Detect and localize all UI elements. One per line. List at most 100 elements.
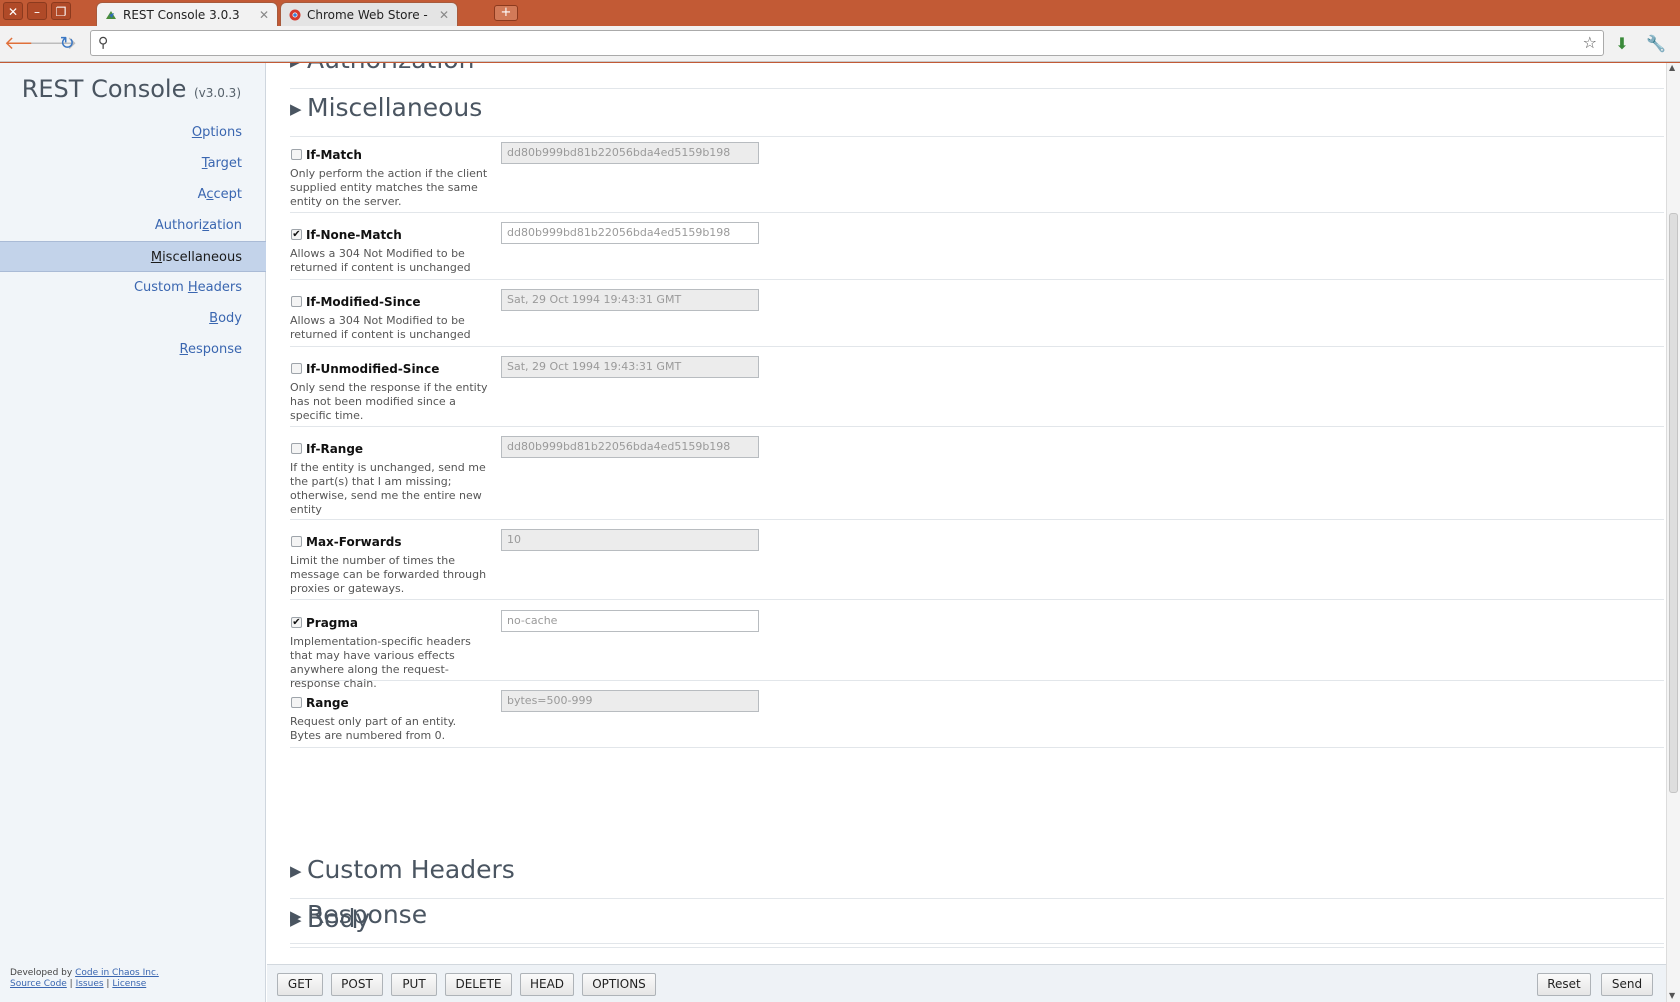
window-titlebar: ✕ – ❐ REST Console 3.0.3 ✕ Chrome Web St… [0,0,1680,46]
issues-link[interactable]: Issues [76,979,104,989]
header-checkbox[interactable] [291,363,302,374]
header-checkbox[interactable] [291,149,302,160]
header-description: Allows a 304 Not Modified to be returned… [290,314,471,341]
scroll-up-arrow-icon[interactable]: ▲ [1669,63,1675,72]
header-row-if-modified-since: If-Modified-Since Allows a 304 Not Modifi… [290,289,1664,347]
header-description: Request only part of an entity. Bytes ar… [290,715,457,742]
sidebar-item-accept[interactable]: Accept [0,179,266,210]
scrollbar-thumb[interactable] [1669,213,1678,793]
section-title: Authorization [307,63,474,74]
page: REST Console (v3.0.3) Options Target Accep… [0,63,1680,1002]
address-bar[interactable]: ⚲ ☆ [90,30,1604,56]
header-value-input[interactable]: dd80b999bd81b22056bda4ed5159b198 [501,222,759,244]
close-window-button[interactable]: ✕ [3,2,23,20]
header-checkbox[interactable]: ✔ [291,229,302,240]
action-bar: GET POST PUT DELETE HEAD OPTIONS Reset Send [267,964,1666,1002]
header-row-max-forwards: Max-Forwards Limit the number of times th… [290,529,1664,600]
method-post-button[interactable]: POST [331,973,383,996]
back-arrow-icon[interactable]: 🡐 [4,32,52,56]
header-description: Implementation-specific headers that may… [290,635,471,690]
header-row-if-range: If-Range If the entity is unchanged, send… [290,436,1664,520]
new-tab-button[interactable]: + [494,5,518,21]
credits: Developed by Code in Chaos Inc. Source C… [10,968,159,989]
minimize-window-button[interactable]: – [27,2,47,20]
send-button[interactable]: Send [1601,973,1653,996]
bookmark-star-icon[interactable]: ☆ [1583,31,1597,55]
scrollbar[interactable]: ▲ ▼ [1666,63,1680,1002]
header-name: If-Match [306,148,362,162]
expand-triangle-icon: ▶ [290,100,302,118]
forward-arrow-icon[interactable]: 🡒 [29,32,77,56]
header-value-input[interactable]: Sat, 29 Oct 1994 19:43:31 GMT [501,356,759,378]
header-name: If-None-Match [306,228,402,242]
header-name: Max-Forwards [306,535,402,549]
method-options-button[interactable]: OPTIONS [582,973,656,996]
tab-chrome-web-store[interactable]: Chrome Web Store - Ap... ✕ [280,2,458,46]
header-value-input[interactable]: 10 [501,529,759,551]
header-description: Limit the number of times the message ca… [290,554,487,595]
header-name: Range [306,696,349,710]
section-title: Response [307,900,428,929]
header-name: If-Unmodified-Since [306,362,440,376]
sidebar-item-custom-headers[interactable]: Custom Headers [0,272,266,303]
tab-close-icon[interactable]: ✕ [439,3,449,27]
search-icon: ⚲ [98,35,109,51]
extension-icon[interactable]: ⬇ [1610,32,1634,56]
sidebar-item-response[interactable]: Response [0,334,266,365]
license-link[interactable]: License [112,979,146,989]
source-code-link[interactable]: Source Code [10,979,67,989]
sidebar: REST Console (v3.0.3) Options Target Accep… [0,63,266,1002]
method-get-button[interactable]: GET [277,973,323,996]
company-link[interactable]: Code in Chaos Inc. [75,968,159,978]
section-authorization[interactable]: ▶Authorization [290,63,1664,89]
expand-triangle-icon: ▶ [290,862,302,880]
method-put-button[interactable]: PUT [391,973,437,996]
header-value-input[interactable]: dd80b999bd81b22056bda4ed5159b198 [501,142,759,164]
rest-console-favicon-icon [106,11,116,19]
section-title: Miscellaneous [307,93,483,122]
reload-icon[interactable]: ↻ [55,32,79,56]
sidebar-item-authorization[interactable]: Authorization [0,210,266,241]
method-delete-button[interactable]: DELETE [445,973,512,996]
reset-button[interactable]: Reset [1537,973,1591,996]
header-checkbox[interactable] [291,296,302,307]
header-row-if-none-match: ✔ If-None-Match Allows a 304 Not Modified … [290,222,1664,280]
tab-close-icon[interactable]: ✕ [259,3,269,27]
header-name: Pragma [306,616,359,630]
expand-triangle-icon: ▶ [290,907,302,925]
header-checkbox[interactable] [291,536,302,547]
header-description: Only send the response if the entity has… [290,381,488,422]
header-row-if-unmodified-since: If-Unmodified-Since Only send the respons… [290,356,1664,427]
header-row-pragma: ✔ Pragma Implementation-specific headers t… [290,610,1664,690]
header-name: If-Range [306,442,364,456]
header-value-input[interactable]: Sat, 29 Oct 1994 19:43:31 GMT [501,289,759,311]
maximize-window-button[interactable]: ❐ [51,2,71,20]
header-value-input[interactable]: bytes=500-999 [501,690,759,712]
section-miscellaneous[interactable]: ▶ Miscellaneous [290,93,1664,137]
header-checkbox[interactable]: ✔ [291,617,302,628]
section-title: Custom Headers [307,855,515,884]
sidebar-item-miscellaneous[interactable]: Miscellaneous [0,241,266,272]
sidebar-item-body[interactable]: Body [0,303,266,334]
header-checkbox[interactable] [291,697,302,708]
sidebar-nav: Options Target Accept Authorization Miscella… [0,117,266,365]
sidebar-item-options[interactable]: Options [0,117,266,148]
method-head-button[interactable]: HEAD [520,973,574,996]
header-value-input[interactable]: no-cache [501,610,759,632]
sidebar-item-target[interactable]: Target [0,148,266,179]
app-title: REST Console (v3.0.3) [22,75,241,103]
scroll-down-arrow-icon[interactable]: ▼ [1669,991,1675,1000]
section-custom-headers[interactable]: ▶ Custom Headers [290,855,1664,899]
header-name: If-Modified-Since [306,295,421,309]
header-value-input[interactable]: dd80b999bd81b22056bda4ed5159b198 [501,436,759,458]
section-response[interactable]: ▶ Response [290,900,1664,944]
header-row-if-match: If-Match Only perform the action if the c… [290,142,1664,213]
header-description: Only perform the action if the client su… [290,167,488,208]
wrench-icon[interactable]: 🔧 [1644,32,1668,56]
credits-prefix: Developed by [10,968,73,978]
app-name: REST Console [21,75,187,103]
header-checkbox[interactable] [291,443,302,454]
main-content: ▶Authorization ▶Miscellaneous If-MatchOn… [267,63,1666,963]
tab-rest-console[interactable]: REST Console 3.0.3 ✕ [96,2,278,26]
header-description: Allows a 304 Not Modified to be returned… [290,247,471,274]
